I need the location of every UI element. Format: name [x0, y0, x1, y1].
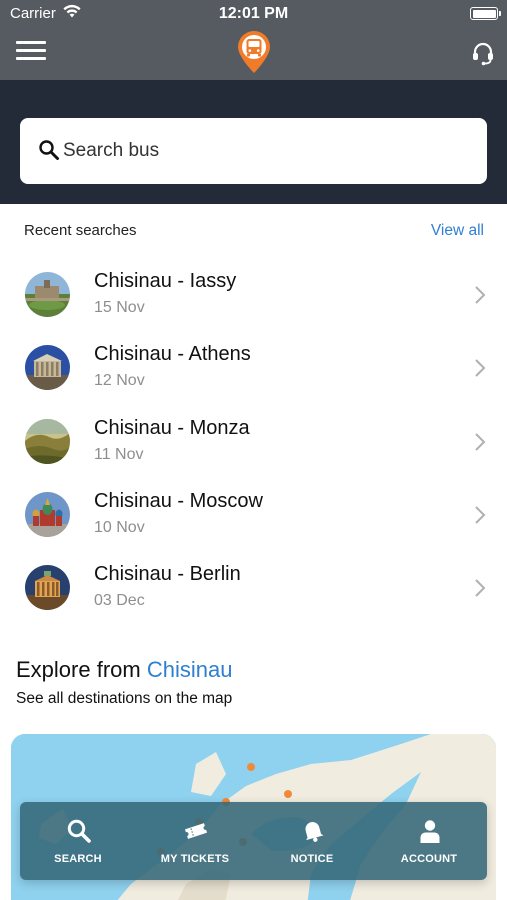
- battery-icon: [470, 7, 501, 20]
- route-date: 10 Nov: [94, 518, 145, 536]
- destination-thumbnail: [25, 272, 70, 317]
- chevron-right-icon: [475, 286, 486, 304]
- route-date: 15 Nov: [94, 299, 145, 316]
- tab-label: SEARCH: [54, 853, 102, 865]
- search-band: Search bus: [0, 80, 507, 204]
- view-all-link[interactable]: View all: [431, 222, 484, 240]
- list-item[interactable]: Chisinau - Iassy 15 Nov: [0, 258, 507, 331]
- destination-thumbnail: [25, 345, 70, 391]
- route-title: Chisinau - Moscow: [94, 489, 263, 512]
- bus-pin-logo-icon[interactable]: [235, 30, 273, 74]
- top-bar: Carrier 12:01 PM: [0, 0, 507, 80]
- search-icon: [39, 140, 59, 160]
- tab-my-tickets[interactable]: MY TICKETS: [137, 802, 253, 880]
- route-title: Chisinau - Berlin: [94, 563, 241, 586]
- list-item[interactable]: Chisinau - Moscow 10 Nov: [0, 478, 507, 551]
- user-icon: [420, 820, 440, 843]
- recent-searches-title: Recent searches: [24, 222, 137, 239]
- explore-city-link[interactable]: Chisinau: [147, 657, 233, 682]
- hamburger-icon[interactable]: [16, 41, 46, 63]
- list-item[interactable]: Chisinau - Berlin 03 Dec: [0, 551, 507, 624]
- destination-thumbnail: [25, 418, 70, 464]
- tab-account[interactable]: ACCOUNT: [371, 802, 487, 880]
- tab-label: NOTICE: [290, 853, 334, 865]
- tab-label: ACCOUNT: [400, 853, 458, 865]
- route-title: Chisinau - Iassy: [94, 270, 237, 292]
- search-placeholder: Search bus: [63, 140, 160, 161]
- tab-search[interactable]: SEARCH: [20, 802, 136, 880]
- route-date: 03 Dec: [94, 592, 145, 610]
- chevron-right-icon: [475, 579, 486, 597]
- recent-searches-header: Recent searches View all: [24, 222, 484, 244]
- bell-icon: [305, 822, 324, 842]
- search-icon: [67, 819, 91, 843]
- explore-title: Explore from Chisinau: [16, 657, 232, 683]
- headset-icon[interactable]: [470, 40, 496, 66]
- explore-title-prefix: Explore from: [16, 657, 147, 682]
- destination-thumbnail: [25, 565, 70, 611]
- status-time: 12:01 PM: [218, 5, 289, 22]
- search-input[interactable]: Search bus: [20, 118, 487, 184]
- route-title: Chisinau - Monza: [94, 416, 250, 439]
- route-title: Chisinau - Athens: [94, 343, 251, 366]
- ticket-icon: [184, 823, 208, 839]
- status-bar: Carrier 12:01 PM: [0, 0, 507, 28]
- destination-thumbnail: [25, 491, 70, 537]
- route-date: 12 Nov: [94, 372, 145, 390]
- explore-subtitle: See all destinations on the map: [16, 690, 233, 707]
- list-item[interactable]: Chisinau - Athens 12 Nov: [0, 331, 507, 404]
- chevron-right-icon: [475, 359, 486, 378]
- tab-notice[interactable]: NOTICE: [254, 802, 370, 880]
- route-date: 11 Nov: [94, 445, 144, 463]
- chevron-right-icon: [475, 506, 486, 524]
- list-item[interactable]: Chisinau - Monza 11 Nov: [0, 405, 507, 478]
- bottom-tab-bar: SEARCH MY TICKETS NOTICE ACCOUNT: [20, 802, 487, 880]
- chevron-right-icon: [475, 432, 486, 451]
- recent-searches-list: Chisinau - Iassy 15 Nov Chisinau - Athen…: [0, 258, 507, 624]
- tab-label: MY TICKETS: [160, 853, 230, 865]
